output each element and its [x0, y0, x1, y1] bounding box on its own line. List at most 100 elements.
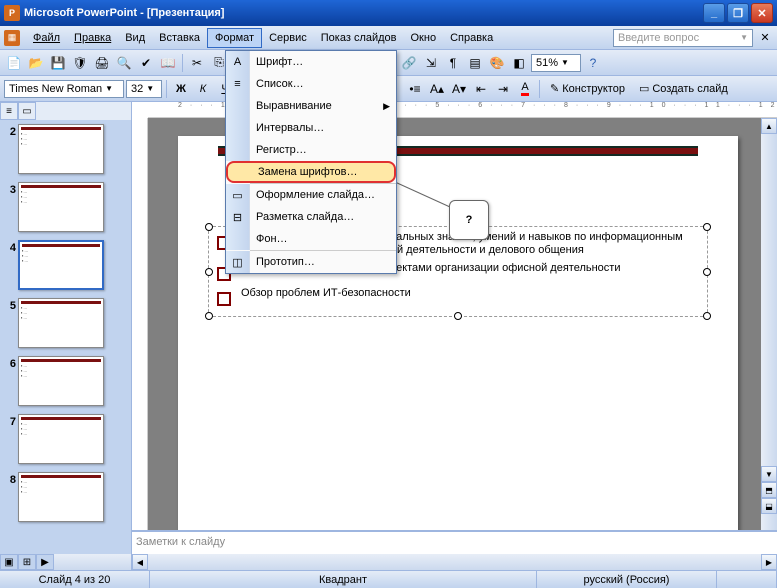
normal-view-button[interactable]: ▣: [0, 554, 18, 570]
decrease-indent-icon[interactable]: ⇤: [471, 79, 491, 99]
help-icon[interactable]: ?: [583, 53, 603, 73]
increase-indent-icon[interactable]: ⇥: [493, 79, 513, 99]
titlebar: P Microsoft PowerPoint - [Презентация] _…: [0, 0, 777, 26]
italic-icon[interactable]: К: [193, 79, 213, 99]
designer-button[interactable]: ✎ Конструктор: [544, 79, 631, 99]
callout-help: ?: [449, 200, 489, 240]
menu-item-spacing[interactable]: Интервалы…: [226, 117, 396, 139]
thumbnail-7[interactable]: 7▪ ...▪ ...▪ ...: [4, 414, 127, 464]
zoom-combo[interactable]: 51% ▼: [531, 54, 581, 72]
thumbnail-5[interactable]: 5▪ ...▪ ...▪ ...: [4, 298, 127, 348]
status-slide: Слайд 4 из 20: [0, 571, 150, 588]
menu-edit[interactable]: Правка: [67, 29, 118, 47]
chevron-down-icon[interactable]: ▼: [146, 84, 154, 93]
menu-view[interactable]: Вид: [118, 29, 152, 47]
vertical-scrollbar[interactable]: ▲ ▼ ⬒ ⬓: [761, 118, 777, 530]
font-combo[interactable]: Times New Roman ▼: [4, 80, 124, 98]
bullet-item: Обзор проблем ИТ-безопасности: [217, 287, 699, 306]
expand-icon[interactable]: ⇲: [421, 53, 441, 73]
thumbnail-3[interactable]: 3▪ ...▪ ...▪ ...: [4, 182, 127, 232]
callout-text: ?: [466, 214, 473, 226]
menu-help[interactable]: Справка: [443, 29, 500, 47]
increase-font-icon[interactable]: A▴: [427, 79, 447, 99]
close-button[interactable]: ✕: [751, 3, 773, 23]
callout-connector: [395, 182, 455, 183]
chevron-down-icon[interactable]: ▼: [561, 58, 569, 67]
font-color-icon[interactable]: A: [515, 79, 535, 99]
research-icon[interactable]: 📖: [158, 53, 178, 73]
statusbar: Слайд 4 из 20 Квадрант русский (Россия): [0, 570, 777, 588]
scroll-left-icon[interactable]: ◀: [132, 554, 148, 570]
design-icon: ✎: [550, 82, 559, 95]
menu-item-case[interactable]: Регистр…: [226, 139, 396, 161]
thumbnail-pane: ≡ ▭ 2▪ ...▪ ...▪ ... 3▪ ...▪ ...▪ ... 4▪ .…: [0, 102, 132, 570]
spell-icon[interactable]: ✔: [136, 53, 156, 73]
notes-pane[interactable]: Заметки к слайду: [132, 530, 777, 554]
minimize-button[interactable]: _: [703, 3, 725, 23]
thumbnail-4[interactable]: 4▪ ...▪ ...▪ ...: [4, 240, 127, 290]
grid-icon[interactable]: ▤: [465, 53, 485, 73]
thumbnail-8[interactable]: 8▪ ...▪ ...▪ ...: [4, 472, 127, 522]
grayscale-icon[interactable]: ◧: [509, 53, 529, 73]
prev-slide-icon[interactable]: ⬒: [761, 482, 777, 498]
decrease-font-icon[interactable]: A▾: [449, 79, 469, 99]
permission-icon[interactable]: 🛡: [70, 53, 90, 73]
menu-item-prototype[interactable]: ◫Прототип…: [226, 251, 396, 273]
scroll-right-icon[interactable]: ▶: [761, 554, 777, 570]
cut-icon[interactable]: ✂: [187, 53, 207, 73]
window-title: Microsoft PowerPoint - [Презентация]: [24, 7, 703, 19]
slides-tab[interactable]: ▭: [18, 102, 36, 120]
menu-format[interactable]: Формат: [207, 28, 262, 48]
show-formatting-icon[interactable]: ¶: [443, 53, 463, 73]
chevron-down-icon[interactable]: ▼: [105, 84, 113, 93]
scroll-down-icon[interactable]: ▼: [761, 466, 777, 482]
print-icon[interactable]: 🖨: [92, 53, 112, 73]
list-icon: ≡: [226, 73, 250, 95]
vertical-ruler[interactable]: [132, 118, 148, 530]
menu-file[interactable]: Файл: [26, 29, 67, 47]
menu-item-design[interactable]: ▭Оформление слайда…: [226, 184, 396, 206]
menu-window[interactable]: Окно: [404, 29, 444, 47]
outline-tab[interactable]: ≡: [0, 102, 18, 120]
doc-icon[interactable]: ▦: [4, 30, 20, 46]
horizontal-scrollbar[interactable]: ◀ ▶: [132, 554, 777, 570]
next-slide-icon[interactable]: ⬓: [761, 498, 777, 514]
preview-icon[interactable]: 🔍: [114, 53, 134, 73]
thumbnail-6[interactable]: 6▪ ...▪ ...▪ ...: [4, 356, 127, 406]
chevron-down-icon[interactable]: ▼: [740, 33, 748, 42]
scroll-up-icon[interactable]: ▲: [761, 118, 777, 134]
thumbnail-2[interactable]: 2▪ ...▪ ...▪ ...: [4, 124, 127, 174]
menu-item-font[interactable]: AШрифт…: [226, 51, 396, 73]
menu-item-align[interactable]: Выравнивание▶: [226, 95, 396, 117]
app-icon: P: [4, 5, 20, 21]
sorter-view-button[interactable]: ⊞: [18, 554, 36, 570]
menu-tools[interactable]: Сервис: [262, 29, 314, 47]
notes-placeholder: Заметки к слайду: [136, 536, 225, 548]
maximize-button[interactable]: ❐: [727, 3, 749, 23]
menu-item-background[interactable]: Фон…: [226, 228, 396, 250]
help-search[interactable]: Введите вопрос ▼: [613, 29, 753, 47]
fontsize-combo[interactable]: 32 ▼: [126, 80, 162, 98]
new-slide-label: Создать слайд: [652, 83, 727, 95]
menu-item-replace-fonts[interactable]: Замена шрифтов…: [226, 161, 396, 183]
chevron-right-icon: ▶: [383, 101, 396, 112]
menu-slideshow[interactable]: Показ слайдов: [314, 29, 404, 47]
new-slide-button[interactable]: ▭ Создать слайд: [633, 79, 734, 99]
bullets-icon[interactable]: •≡: [405, 79, 425, 99]
slideshow-view-button[interactable]: ▶: [36, 554, 54, 570]
save-icon[interactable]: 💾: [48, 53, 68, 73]
menu-item-layout[interactable]: ⊟Разметка слайда…: [226, 206, 396, 228]
designer-label: Конструктор: [562, 83, 625, 95]
hyperlink-icon[interactable]: 🔗: [399, 53, 419, 73]
doc-close-button[interactable]: ✕: [757, 30, 773, 46]
color-icon[interactable]: 🎨: [487, 53, 507, 73]
new-icon[interactable]: 📄: [4, 53, 24, 73]
new-slide-icon: ▭: [639, 82, 649, 95]
bold-icon[interactable]: Ж: [171, 79, 191, 99]
font-value: Times New Roman: [9, 83, 102, 95]
open-icon[interactable]: 📂: [26, 53, 46, 73]
menu-item-bullets[interactable]: ≡Список…: [226, 73, 396, 95]
fontsize-value: 32: [131, 83, 143, 95]
menu-insert[interactable]: Вставка: [152, 29, 207, 47]
status-lang[interactable]: русский (Россия): [537, 571, 717, 588]
